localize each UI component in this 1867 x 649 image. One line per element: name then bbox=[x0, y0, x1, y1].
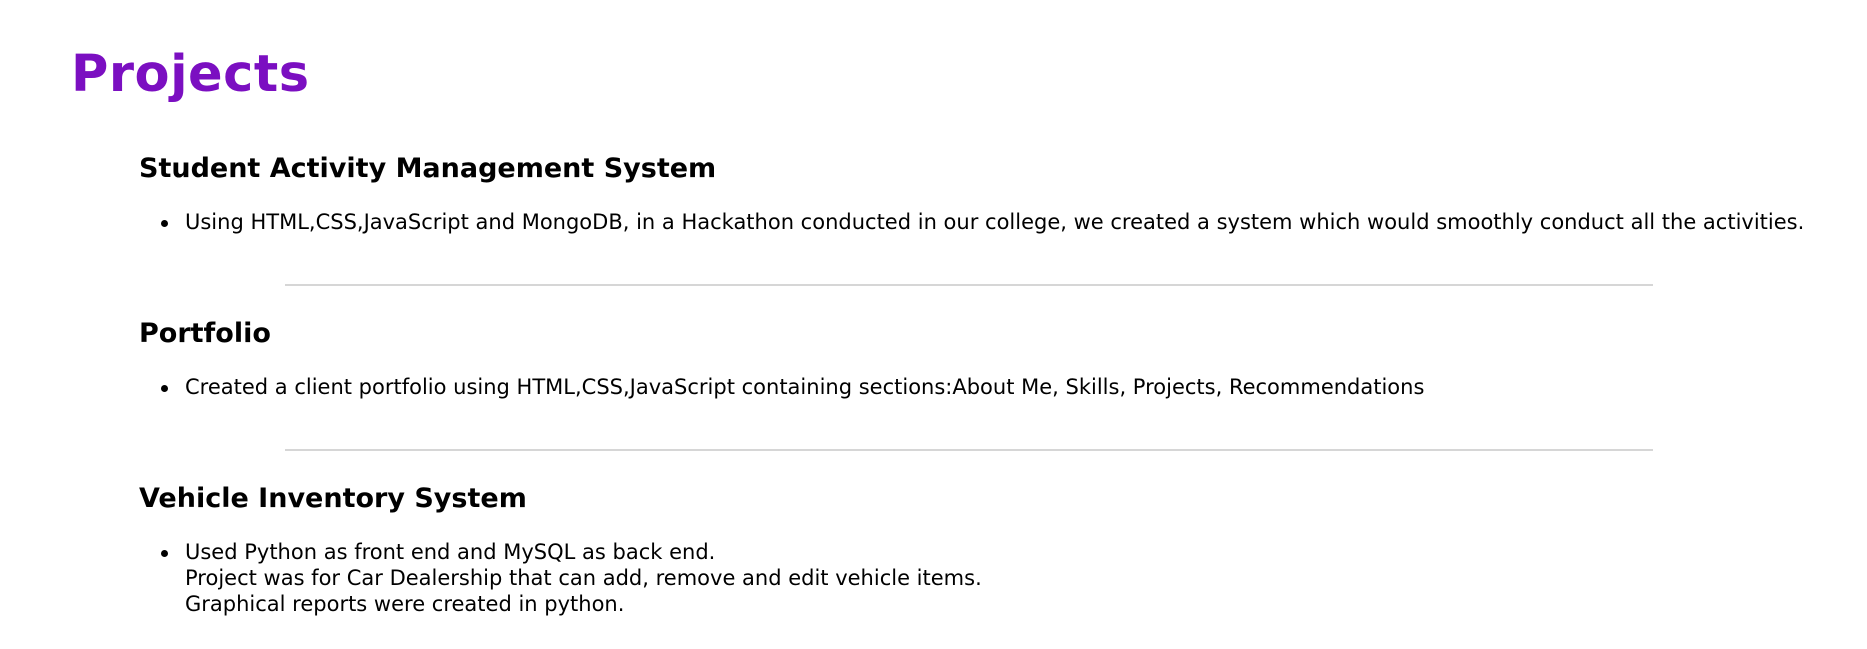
list-item: Using HTML,CSS,JavaScript and MongoDB, i… bbox=[139, 209, 1805, 235]
project-description-list: Using HTML,CSS,JavaScript and MongoDB, i… bbox=[139, 209, 1805, 235]
divider bbox=[285, 449, 1653, 451]
project-title: Vehicle Inventory System bbox=[139, 483, 527, 514]
divider bbox=[285, 284, 1653, 286]
description-line: Project was for Car Dealership that can … bbox=[185, 566, 982, 591]
project-title: Portfolio bbox=[139, 318, 271, 349]
project-title: Student Activity Management System bbox=[139, 153, 717, 184]
bullet-icon bbox=[161, 550, 168, 558]
page-title: Projects bbox=[71, 45, 310, 104]
project-description-list: Created a client portfolio using HTML,CS… bbox=[139, 374, 1799, 400]
description-line: Used Python as front end and MySQL as ba… bbox=[185, 540, 716, 565]
bullet-icon bbox=[161, 220, 168, 228]
description-line: Using HTML,CSS,JavaScript and MongoDB, i… bbox=[185, 210, 1805, 235]
list-item: Created a client portfolio using HTML,CS… bbox=[139, 374, 1799, 400]
project-section: Portfolio Created a client portfolio usi… bbox=[139, 318, 1799, 400]
description-line: Graphical reports were created in python… bbox=[185, 592, 625, 617]
project-section: Student Activity Management System Using… bbox=[139, 153, 1805, 235]
project-section: Vehicle Inventory System Used Python as … bbox=[139, 483, 1799, 617]
bullet-icon bbox=[161, 385, 168, 393]
description-line: Created a client portfolio using HTML,CS… bbox=[185, 375, 1425, 400]
project-description-list: Used Python as front end and MySQL as ba… bbox=[139, 539, 1799, 617]
list-item: Used Python as front end and MySQL as ba… bbox=[139, 539, 1799, 617]
